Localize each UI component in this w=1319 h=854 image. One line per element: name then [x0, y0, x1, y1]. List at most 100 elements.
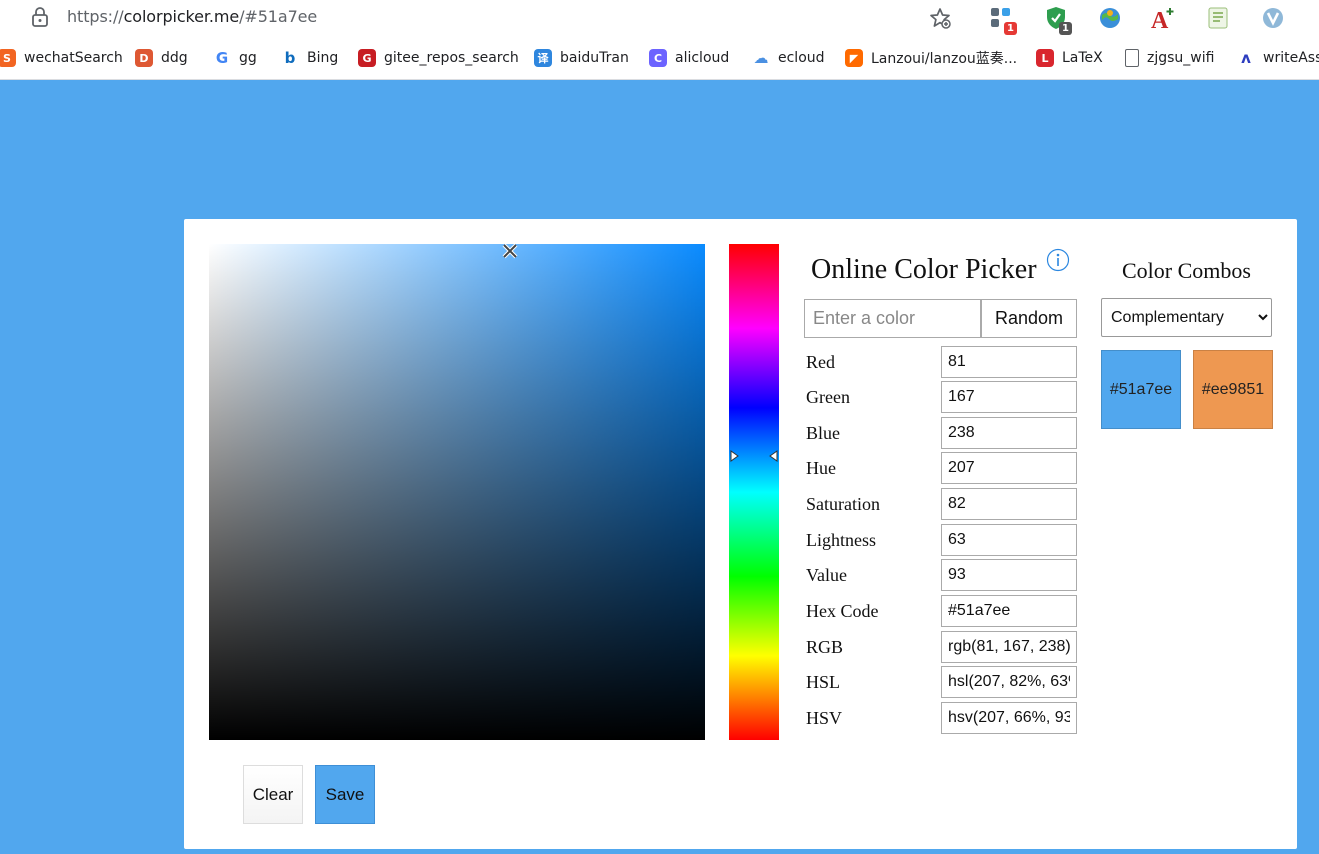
field-row-red: Red — [804, 346, 1077, 378]
field-label: Red — [806, 352, 835, 372]
combo-select[interactable]: Complementary — [1101, 298, 1272, 337]
combo-swatch-base[interactable]: #51a7ee — [1101, 350, 1181, 429]
bookmark-label: zjgsu_wifi — [1147, 50, 1215, 66]
field-row-blue: Blue — [804, 417, 1077, 449]
field-input-hex-code[interactable] — [941, 595, 1077, 627]
info-icon[interactable] — [1046, 248, 1070, 272]
bookmark-item[interactable]: ☁ ecloud — [752, 47, 825, 69]
field-label: HSL — [806, 672, 841, 692]
field-label: HSV — [806, 708, 843, 728]
field-row-lightness: Lightness — [804, 524, 1077, 556]
bookmark-label: gitee_repos_search — [384, 50, 519, 66]
bookmark-item[interactable]: zjgsu_wifi — [1125, 47, 1214, 69]
url-host: colorpicker.me — [123, 7, 240, 26]
alicloud-icon: C — [649, 49, 667, 67]
font-plus-extension-icon[interactable]: A — [1150, 5, 1176, 34]
bookmark-item[interactable]: Ggg — [213, 47, 257, 69]
saturation-value-square[interactable] — [209, 244, 705, 740]
bookmark-item[interactable]: SwechatSearch — [0, 47, 123, 69]
field-label: Hex Code — [806, 601, 879, 621]
page-icon — [1125, 49, 1139, 67]
field-input-lightness[interactable] — [941, 524, 1077, 556]
bookmark-star-icon[interactable] — [928, 6, 952, 30]
field-label: Saturation — [806, 494, 880, 514]
baidu-translate-icon: 译 — [534, 49, 552, 67]
field-input-hue[interactable] — [941, 452, 1077, 484]
globe-extension-icon[interactable] — [1097, 5, 1123, 31]
save-button[interactable]: Save — [315, 765, 375, 824]
field-input-rgb[interactable] — [941, 631, 1077, 663]
shield-extension-icon[interactable]: 1 — [1043, 5, 1072, 35]
field-input-red[interactable] — [941, 346, 1077, 378]
writeass-icon: ʌ — [1241, 49, 1251, 67]
hue-handle-right-icon[interactable] — [768, 450, 778, 462]
combo-swatch-complement[interactable]: #ee9851 — [1193, 350, 1273, 429]
notes-extension-icon[interactable] — [1205, 5, 1231, 31]
field-row-hsv: HSV — [804, 702, 1077, 734]
lanzou-icon: ◤ — [845, 49, 863, 67]
bookmark-label: writeAss — [1263, 50, 1319, 66]
duckduckgo-icon: D — [135, 49, 153, 67]
bookmark-item[interactable]: ʌ writeAss — [1237, 47, 1319, 69]
page-title: Online Color Picker — [811, 254, 1037, 285]
bookmark-label: LaTeX — [1062, 50, 1103, 66]
bookmark-item[interactable]: Calicloud — [649, 47, 729, 69]
hue-handle-left-icon[interactable] — [730, 450, 740, 462]
bookmark-label: ddg — [161, 50, 188, 66]
bookmark-label: Bing — [307, 50, 339, 66]
field-input-hsv[interactable] — [941, 702, 1077, 734]
random-button[interactable]: Random — [981, 299, 1077, 338]
field-row-saturation: Saturation — [804, 488, 1077, 520]
color-input[interactable] — [804, 299, 981, 338]
field-label: Blue — [806, 423, 840, 443]
bookmark-item[interactable]: Ggitee_repos_search — [358, 47, 519, 69]
bookmark-item[interactable]: L LaTeX — [1036, 47, 1103, 69]
extension-badge: 1 — [1004, 22, 1017, 35]
field-row-hsl: HSL — [804, 666, 1077, 698]
url-path: /#51a7ee — [239, 7, 318, 26]
field-label: RGB — [806, 637, 844, 657]
field-row-green: Green — [804, 381, 1077, 413]
field-label: Green — [806, 387, 850, 407]
bookmark-label: ecloud — [778, 50, 825, 66]
bookmark-item[interactable]: ◤ Lanzoui/lanzou蓝奏... — [845, 47, 1017, 69]
field-input-saturation[interactable] — [941, 488, 1077, 520]
ecloud-icon: ☁ — [753, 49, 769, 67]
bookmark-item[interactable]: b Bing — [281, 47, 339, 69]
combos-title: Color Combos — [1122, 258, 1251, 283]
field-row-hue: Hue — [804, 452, 1077, 484]
v-extension-icon[interactable] — [1260, 5, 1286, 31]
bookmark-item[interactable]: Dddg — [135, 47, 188, 69]
browser-toolbar: https://colorpicker.me/#51a7ee 1 1 A — [0, 0, 1319, 38]
field-input-blue[interactable] — [941, 417, 1077, 449]
latex-icon: L — [1036, 49, 1054, 67]
clear-button[interactable]: Clear — [243, 765, 303, 824]
crosshair-marker-icon[interactable] — [501, 242, 519, 260]
svg-text:A: A — [1151, 8, 1169, 31]
field-row-rgb: RGB — [804, 631, 1077, 663]
sogou-icon: S — [0, 49, 16, 67]
field-label: Value — [806, 565, 847, 585]
gitee-icon: G — [358, 49, 376, 67]
field-input-hsl[interactable] — [941, 666, 1077, 698]
google-icon: G — [215, 49, 229, 67]
hue-slider[interactable] — [729, 244, 779, 740]
bing-icon: b — [284, 49, 296, 67]
url-scheme: https:// — [67, 7, 124, 26]
bookmark-label: baiduTran — [560, 50, 629, 66]
bookmark-label: wechatSearch — [24, 50, 123, 66]
field-input-value[interactable] — [941, 559, 1077, 591]
field-label: Hue — [806, 458, 836, 478]
bookmarks-bar: SwechatSearch Dddg Ggg b Bing Ggitee_repos_se… — [0, 38, 1319, 80]
field-label: Lightness — [806, 530, 876, 550]
url-text[interactable]: https://colorpicker.me/#51a7ee — [67, 7, 317, 26]
field-input-green[interactable] — [941, 381, 1077, 413]
bookmark-item[interactable]: 译 baiduTran — [534, 47, 629, 69]
bookmark-label: gg — [239, 50, 257, 66]
field-row-hex-code: Hex Code — [804, 595, 1077, 627]
bookmark-label: Lanzoui/lanzou蓝奏... — [871, 51, 1018, 67]
color-picker-card: Online Color Picker Random Color Combos … — [184, 219, 1297, 849]
extension-puzzle-icon[interactable]: 1 — [988, 5, 1017, 35]
bookmark-label: alicloud — [675, 50, 730, 66]
lock-icon[interactable] — [30, 6, 50, 28]
